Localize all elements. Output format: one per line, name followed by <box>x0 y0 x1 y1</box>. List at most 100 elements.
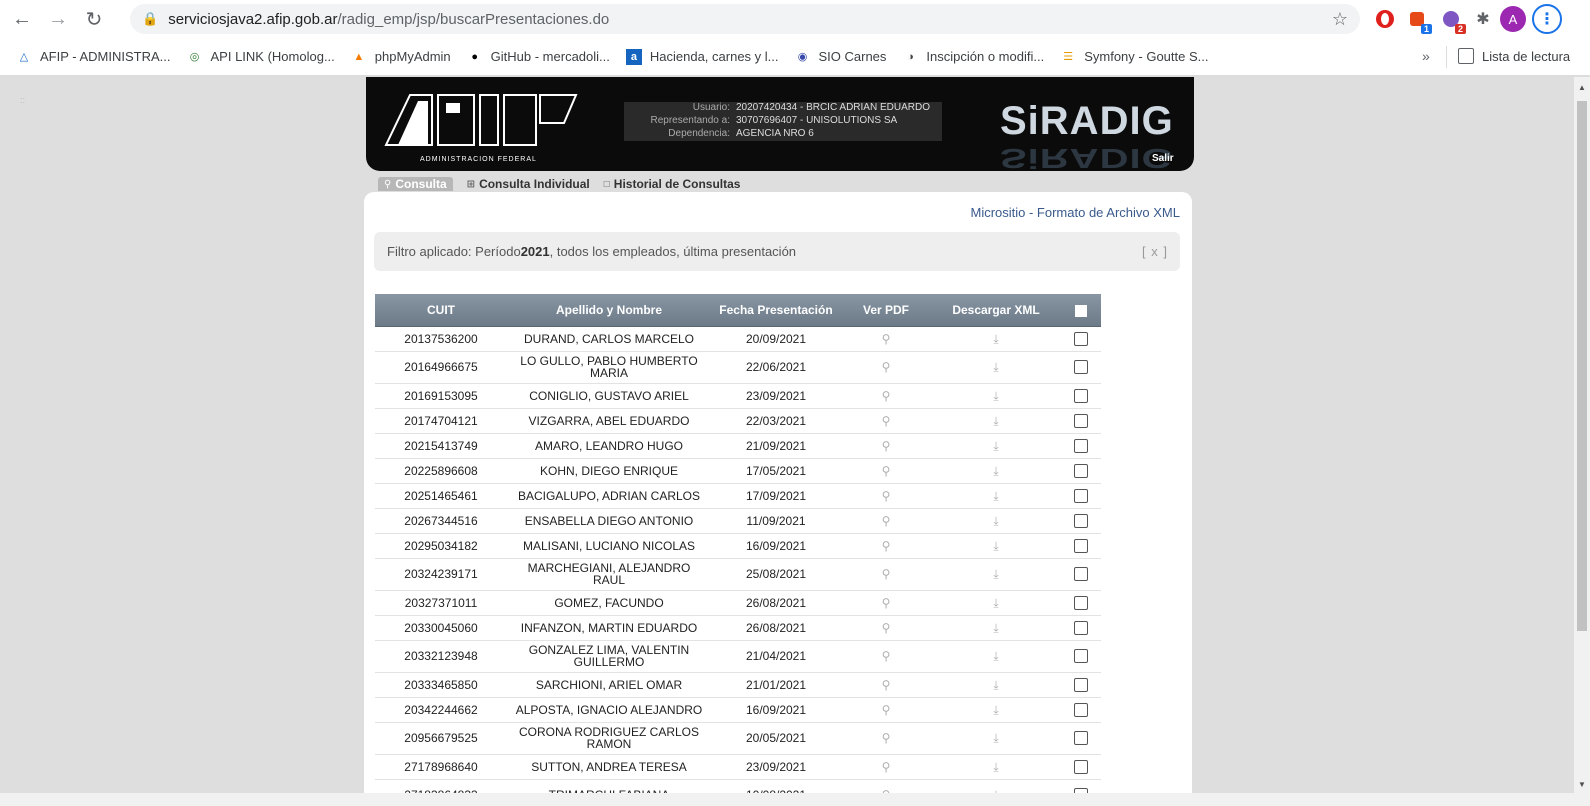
bookmark-star-icon[interactable]: ☆ <box>1332 9 1348 30</box>
row-checkbox[interactable] <box>1074 488 1088 503</box>
bookmark-sio-carnes[interactable]: ◉ SIO Carnes <box>795 49 887 65</box>
row-checkbox[interactable] <box>1074 331 1088 346</box>
download-xml-cell: ⤓ <box>931 779 1061 793</box>
column-header[interactable]: Fecha Presentación <box>711 294 841 327</box>
bookmark-github[interactable]: ● GitHub - mercadoli... <box>467 49 610 65</box>
download-xml-cell: ⤓ <box>931 483 1061 509</box>
bookmark-api-link[interactable]: ◎ API LINK (Homolog... <box>187 49 335 65</box>
download-icon[interactable]: ⤓ <box>993 539 998 553</box>
column-header[interactable]: Apellido y Nombre <box>507 294 711 327</box>
download-icon[interactable]: ⤓ <box>993 464 998 478</box>
scroll-up-icon[interactable]: ▲ <box>1578 83 1586 92</box>
view-pdf-icon[interactable]: ⚲ <box>882 731 891 745</box>
tab-historial[interactable]: □ Historial de Consultas <box>604 177 741 191</box>
date-cell: 26/08/2021 <box>711 615 841 641</box>
bookmark-inscripcion[interactable]: ◑ Inscipción o modifi... <box>902 49 1044 65</box>
row-checkbox[interactable] <box>1074 702 1088 717</box>
row-checkbox[interactable] <box>1074 513 1088 528</box>
view-pdf-icon[interactable]: ⚲ <box>882 489 891 503</box>
view-pdf-cell: ⚲ <box>841 672 931 698</box>
download-icon[interactable]: ⤓ <box>993 567 998 581</box>
table-row: 20174704121 VIZGARRA, ABEL EDUARDO 22/03/2… <box>375 408 1101 434</box>
vertical-scrollbar[interactable]: ▲ ▼ <box>1574 77 1590 793</box>
download-icon[interactable]: ⤓ <box>993 596 998 610</box>
view-pdf-icon[interactable]: ⚲ <box>882 389 891 403</box>
kebab-menu-icon[interactable]: ⋮ <box>1532 4 1562 34</box>
address-bar[interactable]: 🔒 serviciosjava2.afip.gob.ar/radig_emp/j… <box>130 4 1360 34</box>
view-pdf-icon[interactable]: ⚲ <box>882 703 891 717</box>
download-icon[interactable]: ⤓ <box>993 439 998 453</box>
more-bookmarks-icon[interactable]: » <box>1422 48 1430 64</box>
view-pdf-icon[interactable]: ⚲ <box>882 332 891 346</box>
scroll-thumb[interactable] <box>1577 101 1587 631</box>
horizontal-scrollbar[interactable] <box>0 793 1590 806</box>
row-checkbox[interactable] <box>1074 538 1088 553</box>
row-checkbox[interactable] <box>1074 413 1088 428</box>
view-pdf-icon[interactable]: ⚲ <box>882 649 891 663</box>
bookmark-symfony[interactable]: ☰ Symfony - Goutte S... <box>1060 49 1208 65</box>
puzzle-icon[interactable]: ✱ <box>1470 6 1496 32</box>
view-pdf-icon[interactable]: ⚲ <box>882 439 891 453</box>
row-checkbox[interactable] <box>1074 759 1088 774</box>
download-icon[interactable]: ⤓ <box>993 489 998 503</box>
download-icon[interactable]: ⤓ <box>993 389 998 403</box>
download-icon[interactable]: ⤓ <box>993 360 998 374</box>
view-pdf-icon[interactable]: ⚲ <box>882 760 891 774</box>
profile-avatar[interactable]: A <box>1500 6 1526 32</box>
micrositio-link[interactable]: Micrositio - Formato de Archivo XML <box>970 205 1180 220</box>
view-pdf-icon[interactable]: ⚲ <box>882 360 891 374</box>
view-pdf-icon[interactable]: ⚲ <box>882 414 891 428</box>
clear-filter-button[interactable]: [ x ] <box>1142 244 1168 259</box>
view-pdf-icon[interactable]: ⚲ <box>882 678 891 692</box>
view-pdf-icon[interactable]: ⚲ <box>882 621 891 635</box>
download-icon[interactable]: ⤓ <box>993 621 998 635</box>
download-icon[interactable]: ⤓ <box>993 649 998 663</box>
row-checkbox[interactable] <box>1074 388 1088 403</box>
row-checkbox[interactable] <box>1074 360 1088 374</box>
extension-icon[interactable]: 1 <box>1404 6 1432 34</box>
row-checkbox[interactable] <box>1074 731 1088 745</box>
download-icon[interactable]: ⤓ <box>993 731 998 745</box>
opera-extension-icon[interactable] <box>1372 6 1398 32</box>
download-icon[interactable]: ⤓ <box>993 332 998 346</box>
tab-consulta[interactable]: ⚲ Consulta <box>378 177 453 191</box>
logout-link[interactable]: Salir <box>1152 153 1174 164</box>
table-header-row: CUIT Apellido y Nombre Fecha Presentació… <box>375 294 1101 327</box>
download-icon[interactable]: ⤓ <box>993 414 998 428</box>
row-checkbox[interactable] <box>1074 567 1088 581</box>
row-checkbox[interactable] <box>1074 438 1088 453</box>
view-pdf-cell: ⚲ <box>841 326 931 352</box>
back-arrow-icon[interactable]: ← <box>8 5 36 33</box>
view-pdf-icon[interactable]: ⚲ <box>882 596 891 610</box>
download-icon[interactable]: ⤓ <box>993 514 998 528</box>
bookmark-afip[interactable]: △ AFIP - ADMINISTRA... <box>16 49 171 65</box>
row-checkbox[interactable] <box>1074 595 1088 610</box>
row-checkbox[interactable] <box>1074 620 1088 635</box>
view-pdf-icon[interactable]: ⚲ <box>882 514 891 528</box>
download-xml-cell: ⤓ <box>931 351 1061 384</box>
row-checkbox[interactable] <box>1074 649 1088 663</box>
grid-icon: ⊞ <box>466 178 476 190</box>
download-icon[interactable]: ⤓ <box>993 703 998 717</box>
bookmark-phpmyadmin[interactable]: ▲ phpMyAdmin <box>351 49 450 65</box>
view-pdf-icon[interactable]: ⚲ <box>882 464 891 478</box>
download-icon[interactable]: ⤓ <box>993 760 998 774</box>
scroll-down-icon[interactable]: ▼ <box>1578 780 1586 789</box>
extension-gear-icon[interactable]: 2 <box>1438 6 1466 34</box>
bookmark-label: SIO Carnes <box>818 49 887 64</box>
reload-icon[interactable]: ↻ <box>80 5 108 33</box>
row-checkbox-cell <box>1061 483 1101 509</box>
forward-arrow-icon[interactable]: → <box>44 5 72 33</box>
date-cell: 22/03/2021 <box>711 408 841 434</box>
column-header[interactable]: CUIT <box>375 294 507 327</box>
view-pdf-icon[interactable]: ⚲ <box>882 539 891 553</box>
download-icon[interactable]: ⤓ <box>993 678 998 692</box>
view-pdf-icon[interactable]: ⚲ <box>882 567 891 581</box>
tab-consulta-individual[interactable]: ⊞ Consulta Individual <box>467 177 590 191</box>
row-checkbox-cell <box>1061 754 1101 780</box>
select-all-checkbox[interactable] <box>1061 294 1101 327</box>
row-checkbox[interactable] <box>1074 677 1088 692</box>
row-checkbox[interactable] <box>1074 463 1088 478</box>
reading-list-button[interactable]: Lista de lectura <box>1458 48 1570 64</box>
bookmark-hacienda[interactable]: a Hacienda, carnes y l... <box>625 48 779 65</box>
